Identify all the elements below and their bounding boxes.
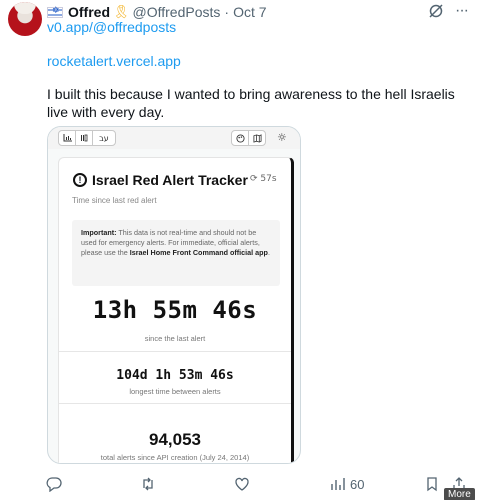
app-link[interactable]: rocketalert.vercel.app [47, 53, 181, 69]
total-alerts-caption: total alerts since API creation (July 24… [100, 453, 250, 462]
longest-gap-caption: longest time between alerts [129, 387, 221, 396]
tracker-subtitle: Time since last red alert [72, 196, 157, 205]
divider [59, 351, 291, 352]
sun-icon[interactable]: ☼ [277, 131, 287, 144]
tracker-title: Israel Red Alert Tracker [92, 172, 248, 188]
list-icon[interactable] [75, 130, 93, 146]
hebrew-language-button[interactable]: עב [92, 130, 116, 146]
time-since-caption: since the last alert [144, 334, 206, 343]
views-count: 60 [350, 476, 365, 492]
notice-label: Important: [81, 228, 117, 237]
author-avatar[interactable] [8, 2, 42, 36]
repost-icon[interactable] [140, 476, 156, 492]
alert-circle-icon: ! [73, 173, 87, 187]
yellow-ribbon-icon: 🎗 [113, 4, 130, 20]
author-name[interactable]: Offred [68, 4, 110, 20]
divider [59, 403, 291, 404]
profile-link[interactable]: v0.app/@offredposts [47, 19, 176, 35]
post-actions: 60 [0, 470, 478, 500]
bar-chart-icon[interactable] [58, 130, 76, 146]
embedded-app-image[interactable]: עב ☼ ! Israel Red Alert Tracker ⟳ 57s Ti… [47, 126, 301, 464]
notice-end: . [267, 248, 270, 257]
disclaimer-notice: Important: This data is not real-time an… [72, 220, 280, 286]
map-icon[interactable] [248, 130, 266, 146]
views-icon [331, 478, 345, 490]
author-handle[interactable]: @OffredPosts [133, 4, 221, 20]
palette-icon[interactable] [231, 130, 249, 146]
more-tooltip: More [444, 488, 475, 500]
post-text: I built this because I wanted to bring a… [47, 86, 455, 120]
more-icon[interactable]: ··· [455, 2, 469, 20]
total-alerts-count: 94,053 [149, 430, 201, 449]
post-date[interactable]: Oct 7 [233, 4, 266, 20]
refresh-icon: ⟳ [250, 174, 258, 184]
longest-gap-time: 104d 1h 53m 46s [116, 368, 234, 383]
reply-icon[interactable] [46, 476, 62, 492]
tracker-card: ! Israel Red Alert Tracker ⟳ 57s Time si… [58, 157, 294, 463]
notice-app-link[interactable]: Israel Home Front Command official app [130, 248, 268, 257]
refresh-seconds: 57s [260, 174, 277, 184]
bookmark-icon[interactable] [424, 476, 440, 492]
views-button[interactable]: 60 [330, 476, 364, 492]
header-separator: · [224, 4, 230, 20]
app-toolbar: עב ☼ [48, 127, 300, 149]
tracker-title-row: ! Israel Red Alert Tracker [73, 172, 248, 188]
israel-flag-icon [47, 6, 63, 18]
grok-icon[interactable] [428, 3, 444, 19]
time-since-last-alert: 13h 55m 46s [92, 296, 258, 324]
like-icon[interactable] [234, 476, 250, 492]
refresh-countdown[interactable]: ⟳ 57s [250, 174, 277, 184]
